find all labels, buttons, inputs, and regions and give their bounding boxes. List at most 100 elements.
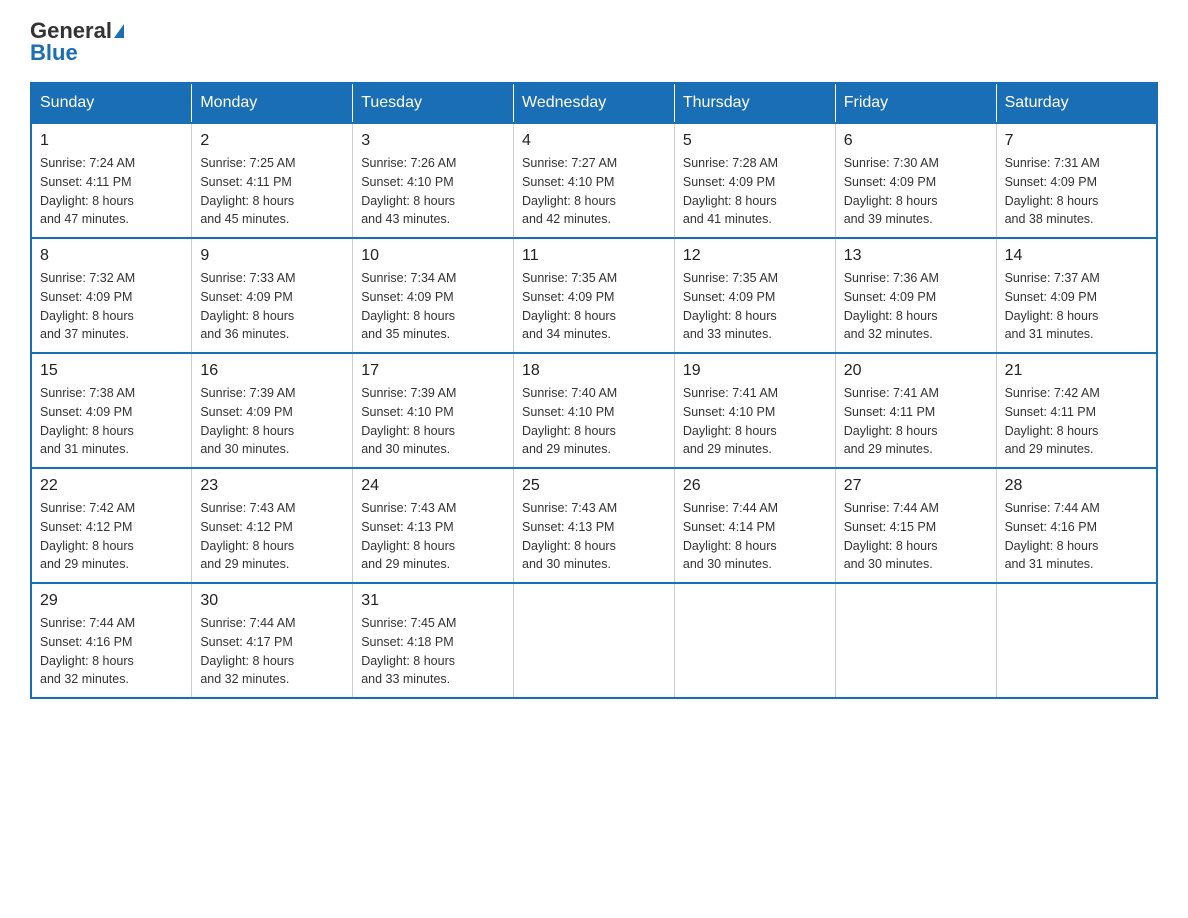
page-header: General Blue — [30, 20, 1158, 66]
empty-cell-4-5 — [835, 583, 996, 698]
day-cell-21: 21 Sunrise: 7:42 AM Sunset: 4:11 PM Dayl… — [996, 353, 1157, 468]
day-cell-22: 22 Sunrise: 7:42 AM Sunset: 4:12 PM Dayl… — [31, 468, 192, 583]
day-info: Sunrise: 7:34 AM Sunset: 4:09 PM Dayligh… — [361, 269, 505, 344]
week-row-4: 22 Sunrise: 7:42 AM Sunset: 4:12 PM Dayl… — [31, 468, 1157, 583]
day-info: Sunrise: 7:36 AM Sunset: 4:09 PM Dayligh… — [844, 269, 988, 344]
calendar-table: SundayMondayTuesdayWednesdayThursdayFrid… — [30, 82, 1158, 699]
day-info: Sunrise: 7:43 AM Sunset: 4:13 PM Dayligh… — [522, 499, 666, 574]
day-cell-31: 31 Sunrise: 7:45 AM Sunset: 4:18 PM Dayl… — [353, 583, 514, 698]
day-cell-1: 1 Sunrise: 7:24 AM Sunset: 4:11 PM Dayli… — [31, 123, 192, 238]
day-cell-16: 16 Sunrise: 7:39 AM Sunset: 4:09 PM Dayl… — [192, 353, 353, 468]
day-info: Sunrise: 7:37 AM Sunset: 4:09 PM Dayligh… — [1005, 269, 1148, 344]
day-info: Sunrise: 7:31 AM Sunset: 4:09 PM Dayligh… — [1005, 154, 1148, 229]
day-number: 11 — [522, 247, 666, 265]
day-cell-14: 14 Sunrise: 7:37 AM Sunset: 4:09 PM Dayl… — [996, 238, 1157, 353]
week-row-2: 8 Sunrise: 7:32 AM Sunset: 4:09 PM Dayli… — [31, 238, 1157, 353]
day-cell-9: 9 Sunrise: 7:33 AM Sunset: 4:09 PM Dayli… — [192, 238, 353, 353]
day-number: 25 — [522, 477, 666, 495]
weekday-header-wednesday: Wednesday — [514, 83, 675, 123]
day-info: Sunrise: 7:38 AM Sunset: 4:09 PM Dayligh… — [40, 384, 183, 459]
day-cell-6: 6 Sunrise: 7:30 AM Sunset: 4:09 PM Dayli… — [835, 123, 996, 238]
day-cell-4: 4 Sunrise: 7:27 AM Sunset: 4:10 PM Dayli… — [514, 123, 675, 238]
day-cell-5: 5 Sunrise: 7:28 AM Sunset: 4:09 PM Dayli… — [674, 123, 835, 238]
logo-triangle-icon — [114, 24, 124, 38]
day-info: Sunrise: 7:45 AM Sunset: 4:18 PM Dayligh… — [361, 614, 505, 689]
week-row-1: 1 Sunrise: 7:24 AM Sunset: 4:11 PM Dayli… — [31, 123, 1157, 238]
day-info: Sunrise: 7:39 AM Sunset: 4:09 PM Dayligh… — [200, 384, 344, 459]
day-cell-20: 20 Sunrise: 7:41 AM Sunset: 4:11 PM Dayl… — [835, 353, 996, 468]
week-row-5: 29 Sunrise: 7:44 AM Sunset: 4:16 PM Dayl… — [31, 583, 1157, 698]
day-number: 1 — [40, 132, 183, 150]
day-info: Sunrise: 7:40 AM Sunset: 4:10 PM Dayligh… — [522, 384, 666, 459]
day-info: Sunrise: 7:30 AM Sunset: 4:09 PM Dayligh… — [844, 154, 988, 229]
day-cell-11: 11 Sunrise: 7:35 AM Sunset: 4:09 PM Dayl… — [514, 238, 675, 353]
empty-cell-4-4 — [674, 583, 835, 698]
day-number: 18 — [522, 362, 666, 380]
weekday-header-monday: Monday — [192, 83, 353, 123]
day-info: Sunrise: 7:35 AM Sunset: 4:09 PM Dayligh… — [522, 269, 666, 344]
day-info: Sunrise: 7:33 AM Sunset: 4:09 PM Dayligh… — [200, 269, 344, 344]
day-number: 10 — [361, 247, 505, 265]
week-row-3: 15 Sunrise: 7:38 AM Sunset: 4:09 PM Dayl… — [31, 353, 1157, 468]
day-info: Sunrise: 7:44 AM Sunset: 4:17 PM Dayligh… — [200, 614, 344, 689]
day-number: 29 — [40, 592, 183, 610]
day-number: 12 — [683, 247, 827, 265]
day-number: 16 — [200, 362, 344, 380]
day-info: Sunrise: 7:43 AM Sunset: 4:13 PM Dayligh… — [361, 499, 505, 574]
day-info: Sunrise: 7:44 AM Sunset: 4:16 PM Dayligh… — [1005, 499, 1148, 574]
day-number: 5 — [683, 132, 827, 150]
day-cell-30: 30 Sunrise: 7:44 AM Sunset: 4:17 PM Dayl… — [192, 583, 353, 698]
day-info: Sunrise: 7:42 AM Sunset: 4:12 PM Dayligh… — [40, 499, 183, 574]
day-cell-15: 15 Sunrise: 7:38 AM Sunset: 4:09 PM Dayl… — [31, 353, 192, 468]
day-info: Sunrise: 7:24 AM Sunset: 4:11 PM Dayligh… — [40, 154, 183, 229]
day-info: Sunrise: 7:44 AM Sunset: 4:16 PM Dayligh… — [40, 614, 183, 689]
day-cell-26: 26 Sunrise: 7:44 AM Sunset: 4:14 PM Dayl… — [674, 468, 835, 583]
empty-cell-4-3 — [514, 583, 675, 698]
day-number: 17 — [361, 362, 505, 380]
day-cell-23: 23 Sunrise: 7:43 AM Sunset: 4:12 PM Dayl… — [192, 468, 353, 583]
day-info: Sunrise: 7:26 AM Sunset: 4:10 PM Dayligh… — [361, 154, 505, 229]
day-cell-19: 19 Sunrise: 7:41 AM Sunset: 4:10 PM Dayl… — [674, 353, 835, 468]
day-cell-12: 12 Sunrise: 7:35 AM Sunset: 4:09 PM Dayl… — [674, 238, 835, 353]
day-info: Sunrise: 7:41 AM Sunset: 4:11 PM Dayligh… — [844, 384, 988, 459]
weekday-header-thursday: Thursday — [674, 83, 835, 123]
weekday-header-tuesday: Tuesday — [353, 83, 514, 123]
day-number: 28 — [1005, 477, 1148, 495]
logo-blue-text: Blue — [30, 40, 78, 66]
day-number: 22 — [40, 477, 183, 495]
day-number: 26 — [683, 477, 827, 495]
day-number: 2 — [200, 132, 344, 150]
day-info: Sunrise: 7:27 AM Sunset: 4:10 PM Dayligh… — [522, 154, 666, 229]
day-number: 24 — [361, 477, 505, 495]
day-info: Sunrise: 7:44 AM Sunset: 4:14 PM Dayligh… — [683, 499, 827, 574]
day-number: 23 — [200, 477, 344, 495]
day-cell-13: 13 Sunrise: 7:36 AM Sunset: 4:09 PM Dayl… — [835, 238, 996, 353]
day-cell-8: 8 Sunrise: 7:32 AM Sunset: 4:09 PM Dayli… — [31, 238, 192, 353]
day-cell-7: 7 Sunrise: 7:31 AM Sunset: 4:09 PM Dayli… — [996, 123, 1157, 238]
day-cell-10: 10 Sunrise: 7:34 AM Sunset: 4:09 PM Dayl… — [353, 238, 514, 353]
day-cell-27: 27 Sunrise: 7:44 AM Sunset: 4:15 PM Dayl… — [835, 468, 996, 583]
day-info: Sunrise: 7:25 AM Sunset: 4:11 PM Dayligh… — [200, 154, 344, 229]
day-info: Sunrise: 7:32 AM Sunset: 4:09 PM Dayligh… — [40, 269, 183, 344]
day-number: 8 — [40, 247, 183, 265]
day-number: 3 — [361, 132, 505, 150]
day-cell-18: 18 Sunrise: 7:40 AM Sunset: 4:10 PM Dayl… — [514, 353, 675, 468]
day-number: 9 — [200, 247, 344, 265]
weekday-header-saturday: Saturday — [996, 83, 1157, 123]
day-cell-2: 2 Sunrise: 7:25 AM Sunset: 4:11 PM Dayli… — [192, 123, 353, 238]
day-number: 19 — [683, 362, 827, 380]
day-number: 14 — [1005, 247, 1148, 265]
day-cell-28: 28 Sunrise: 7:44 AM Sunset: 4:16 PM Dayl… — [996, 468, 1157, 583]
weekday-header-row: SundayMondayTuesdayWednesdayThursdayFrid… — [31, 83, 1157, 123]
day-number: 15 — [40, 362, 183, 380]
day-info: Sunrise: 7:39 AM Sunset: 4:10 PM Dayligh… — [361, 384, 505, 459]
empty-cell-4-6 — [996, 583, 1157, 698]
day-info: Sunrise: 7:28 AM Sunset: 4:09 PM Dayligh… — [683, 154, 827, 229]
day-info: Sunrise: 7:35 AM Sunset: 4:09 PM Dayligh… — [683, 269, 827, 344]
weekday-header-sunday: Sunday — [31, 83, 192, 123]
day-info: Sunrise: 7:42 AM Sunset: 4:11 PM Dayligh… — [1005, 384, 1148, 459]
day-number: 4 — [522, 132, 666, 150]
day-number: 27 — [844, 477, 988, 495]
day-cell-17: 17 Sunrise: 7:39 AM Sunset: 4:10 PM Dayl… — [353, 353, 514, 468]
day-cell-24: 24 Sunrise: 7:43 AM Sunset: 4:13 PM Dayl… — [353, 468, 514, 583]
